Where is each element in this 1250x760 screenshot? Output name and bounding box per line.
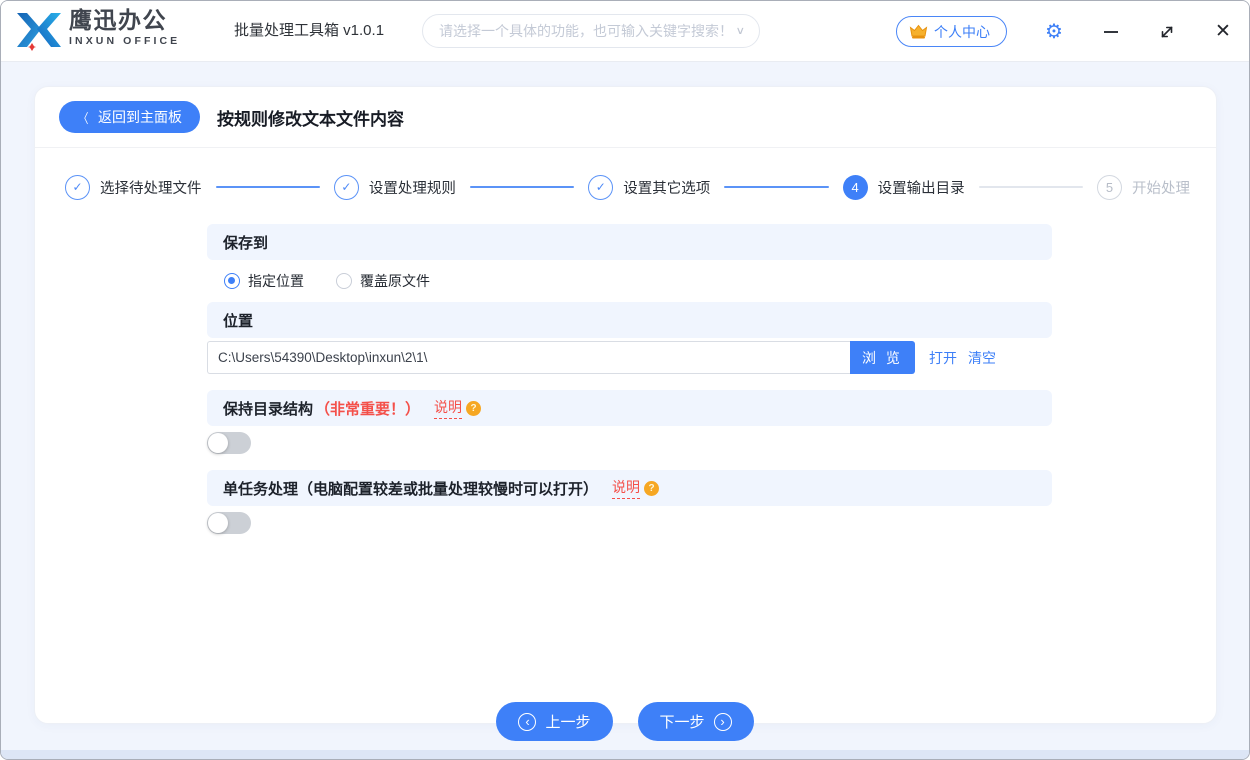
radio-label: 覆盖原文件: [360, 273, 430, 289]
section-location: 位置: [207, 302, 1052, 338]
question-mark-icon[interactable]: ?: [644, 480, 660, 496]
radio-specified-location[interactable]: 指定位置: [224, 271, 304, 291]
step-select-files[interactable]: ✓ 选择待处理文件: [65, 174, 202, 200]
next-step-button[interactable]: 下一步 ›: [637, 702, 754, 741]
step-label: 设置处理规则: [368, 180, 456, 197]
app-logo-icon: [17, 13, 61, 51]
step-label: 开始处理: [1132, 180, 1190, 197]
open-folder-link[interactable]: 打开: [929, 348, 957, 368]
step-label: 设置输出目录: [877, 180, 965, 197]
section-save-to: 保存到: [207, 224, 1052, 260]
settings-button[interactable]: ⚙: [1034, 1, 1074, 62]
single-task-help-link[interactable]: 说明: [612, 477, 641, 499]
step-connector: [215, 186, 320, 188]
search-placeholder: 请选择一个具体的功能，也可输入关键字搜索！: [439, 23, 733, 39]
check-icon: ✓: [588, 174, 614, 200]
output-path-input[interactable]: [207, 341, 850, 374]
page-title: 按规则修改文本文件内容: [217, 109, 405, 129]
panel-header: 〈 返回到主面板 按规则修改文本文件内容: [35, 87, 1216, 148]
chevron-right-circle-icon: ›: [713, 712, 732, 731]
back-to-dashboard-button[interactable]: 〈 返回到主面板: [59, 101, 201, 133]
section-location-title: 位置: [223, 312, 254, 330]
crown-icon: [909, 24, 928, 39]
logo-title: 鹰迅办公: [69, 7, 167, 33]
radio-dot-icon: [224, 273, 240, 289]
step-connector: [724, 186, 829, 188]
step-output-directory[interactable]: 4 设置输出目录: [842, 174, 965, 200]
minimize-icon: [1104, 30, 1118, 33]
path-links: 打开 清空: [929, 341, 996, 374]
keep-structure-note: （非常重要！）: [315, 400, 421, 418]
output-settings-form: 保存到 指定位置 覆盖原文件 位置 浏 览 打开: [207, 224, 1052, 534]
step-label: 选择待处理文件: [100, 180, 202, 197]
check-icon: ✓: [333, 174, 359, 200]
user-center-label: 个人中心: [934, 23, 990, 40]
step-connector: [978, 186, 1083, 188]
check-icon: ✓: [65, 174, 90, 200]
user-center-button[interactable]: 个人中心: [896, 16, 1007, 47]
gear-icon: ⚙: [1045, 21, 1063, 43]
wizard-nav: ‹ 上一步 下一步 ›: [1, 702, 1249, 741]
keep-structure-toggle[interactable]: [207, 432, 251, 454]
app-title: 批量处理工具箱 v1.0.1: [234, 22, 385, 39]
radio-label: 指定位置: [248, 273, 304, 289]
titlebar: 鹰迅办公 INXUN OFFICE 批量处理工具箱 v1.0.1 请选择一个具体…: [1, 1, 1249, 62]
chevron-left-icon: 〈: [78, 110, 89, 126]
keep-structure-help-link[interactable]: 说明: [434, 397, 463, 419]
chevron-down-icon: ∨: [735, 24, 745, 37]
single-task-toggle[interactable]: [207, 512, 251, 534]
logo-text: 鹰迅办公 INXUN OFFICE: [69, 9, 180, 47]
browse-button[interactable]: 浏 览: [850, 341, 915, 374]
keep-structure-title: 保持目录结构: [223, 400, 314, 418]
previous-step-button[interactable]: ‹ 上一步: [496, 702, 613, 741]
section-single-task: 单任务处理（电脑配置较差或批量处理较慢时可以打开） 说明 ?: [207, 470, 1052, 506]
section-save-to-title: 保存到: [223, 234, 269, 252]
toggle-knob: [208, 433, 228, 453]
toggle-knob: [208, 513, 228, 533]
step-label: 设置其它选项: [623, 180, 711, 197]
close-icon: ✕: [1215, 21, 1231, 42]
logo-subtitle: INXUN OFFICE: [69, 35, 181, 47]
app-window: 鹰迅办公 INXUN OFFICE 批量处理工具箱 v1.0.1 请选择一个具体…: [0, 0, 1250, 760]
next-step-label: 下一步: [659, 714, 705, 731]
radio-overwrite-original[interactable]: 覆盖原文件: [336, 271, 430, 291]
minimize-button[interactable]: [1091, 1, 1131, 62]
resize-diagonal-icon: [1161, 26, 1173, 37]
clear-path-link[interactable]: 清空: [968, 348, 996, 368]
question-mark-icon[interactable]: ?: [466, 400, 482, 416]
save-to-options: 指定位置 覆盖原文件: [207, 260, 1052, 302]
step-set-rules[interactable]: ✓ 设置处理规则: [333, 174, 456, 200]
function-search-select[interactable]: 请选择一个具体的功能，也可输入关键字搜索！ ∨: [422, 14, 760, 48]
section-keep-structure: 保持目录结构 （非常重要！） 说明 ?: [207, 390, 1052, 426]
back-button-label: 返回到主面板: [98, 109, 183, 125]
previous-step-label: 上一步: [545, 714, 591, 731]
location-input-row: 浏 览 打开 清空: [207, 341, 1052, 374]
main-panel: 〈 返回到主面板 按规则修改文本文件内容 ✓ 选择待处理文件 ✓ 设置处理规则 …: [34, 86, 1217, 724]
step-number: 5: [1097, 174, 1122, 200]
single-task-title: 单任务处理（电脑配置较差或批量处理较慢时可以打开）: [223, 480, 599, 498]
step-start-processing[interactable]: 5 开始处理: [1097, 174, 1190, 200]
step-other-options[interactable]: ✓ 设置其它选项: [588, 174, 711, 200]
step-number: 4: [842, 174, 868, 200]
radio-dot-icon: [336, 273, 352, 289]
close-button[interactable]: ✕: [1203, 1, 1243, 62]
chevron-left-circle-icon: ‹: [518, 712, 537, 731]
step-indicator: ✓ 选择待处理文件 ✓ 设置处理规则 ✓ 设置其它选项 4 设置输出目录 5 开…: [65, 173, 1190, 201]
window-bottom-edge: [1, 750, 1249, 759]
maximize-button[interactable]: [1147, 1, 1187, 62]
step-connector: [469, 186, 575, 188]
